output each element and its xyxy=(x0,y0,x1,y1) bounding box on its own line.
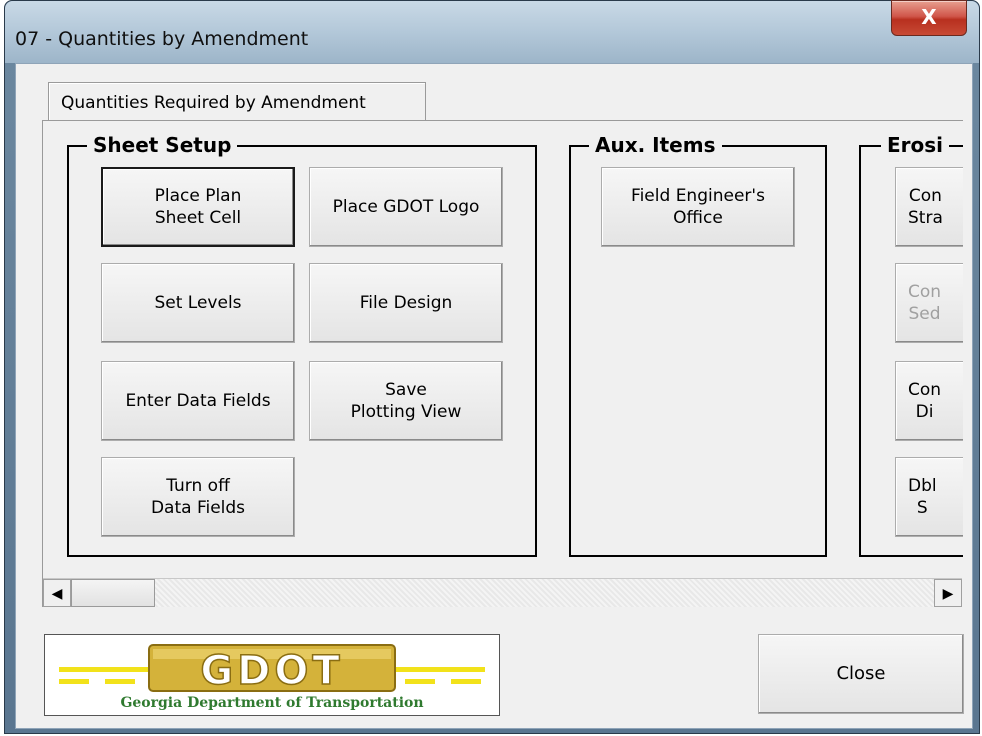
set-levels-button[interactable]: Set Levels xyxy=(101,263,295,343)
title-bar: 07 - Quantities by Amendment X xyxy=(5,0,979,63)
window-title: 07 - Quantities by Amendment xyxy=(15,28,309,50)
arrow-left-icon: ◀ xyxy=(51,584,63,601)
gdot-caption: Georgia Department of Transportation xyxy=(120,695,423,711)
dialog-client-area: Quantities Required by Amendment Sheet S… xyxy=(15,63,973,729)
arrow-right-icon: ▶ xyxy=(942,584,954,601)
scrollbar-thumb[interactable] xyxy=(71,579,155,607)
sheet-setup-title: Sheet Setup xyxy=(87,133,238,157)
erosion-button-3[interactable]: Con Di xyxy=(895,361,963,441)
scroll-right-button[interactable]: ▶ xyxy=(934,579,962,607)
erosion-button-4[interactable]: Dbl S xyxy=(895,457,963,537)
tab-quantities-required[interactable]: Quantities Required by Amendment xyxy=(48,82,426,120)
enter-data-fields-button[interactable]: Enter Data Fields xyxy=(101,361,295,441)
place-gdot-logo-button[interactable]: Place GDOT Logo xyxy=(309,167,503,247)
erosion-title: Erosi xyxy=(881,133,950,157)
file-design-button[interactable]: File Design xyxy=(309,263,503,343)
close-icon: X xyxy=(921,5,937,29)
place-plan-sheet-cell-button[interactable]: Place Plan Sheet Cell xyxy=(101,167,295,247)
save-plotting-view-button[interactable]: Save Plotting View xyxy=(309,361,503,441)
gdot-logo-icon: GDOT Georgia Department of Transportatio… xyxy=(59,644,485,711)
erosion-button-2[interactable]: Con Sed xyxy=(895,263,963,343)
aux-items-frame: Aux. Items Field Engineer's Office xyxy=(569,133,827,557)
turn-off-data-fields-button[interactable]: Turn off Data Fields xyxy=(101,457,295,537)
aux-items-title: Aux. Items xyxy=(589,133,722,157)
erosion-frame: Erosi Con Stra Con Sed Con Di Dbl S xyxy=(859,133,963,557)
tab-panel: Sheet Setup Place Plan Sheet Cell Place … xyxy=(42,120,963,607)
gdot-wordmark: GDOT xyxy=(200,648,343,694)
dialog-window: 07 - Quantities by Amendment X Quantitie… xyxy=(4,0,980,734)
scroll-left-button[interactable]: ◀ xyxy=(43,579,71,607)
field-engineers-office-button[interactable]: Field Engineer's Office xyxy=(601,167,795,247)
window-close-button[interactable]: X xyxy=(891,0,967,36)
sheet-setup-frame: Sheet Setup Place Plan Sheet Cell Place … xyxy=(67,133,537,557)
close-button[interactable]: Close xyxy=(758,634,964,714)
gdot-logo-image: GDOT Georgia Department of Transportatio… xyxy=(44,634,500,716)
erosion-button-1[interactable]: Con Stra xyxy=(895,167,963,247)
horizontal-scrollbar[interactable]: ◀ ▶ xyxy=(43,578,962,607)
